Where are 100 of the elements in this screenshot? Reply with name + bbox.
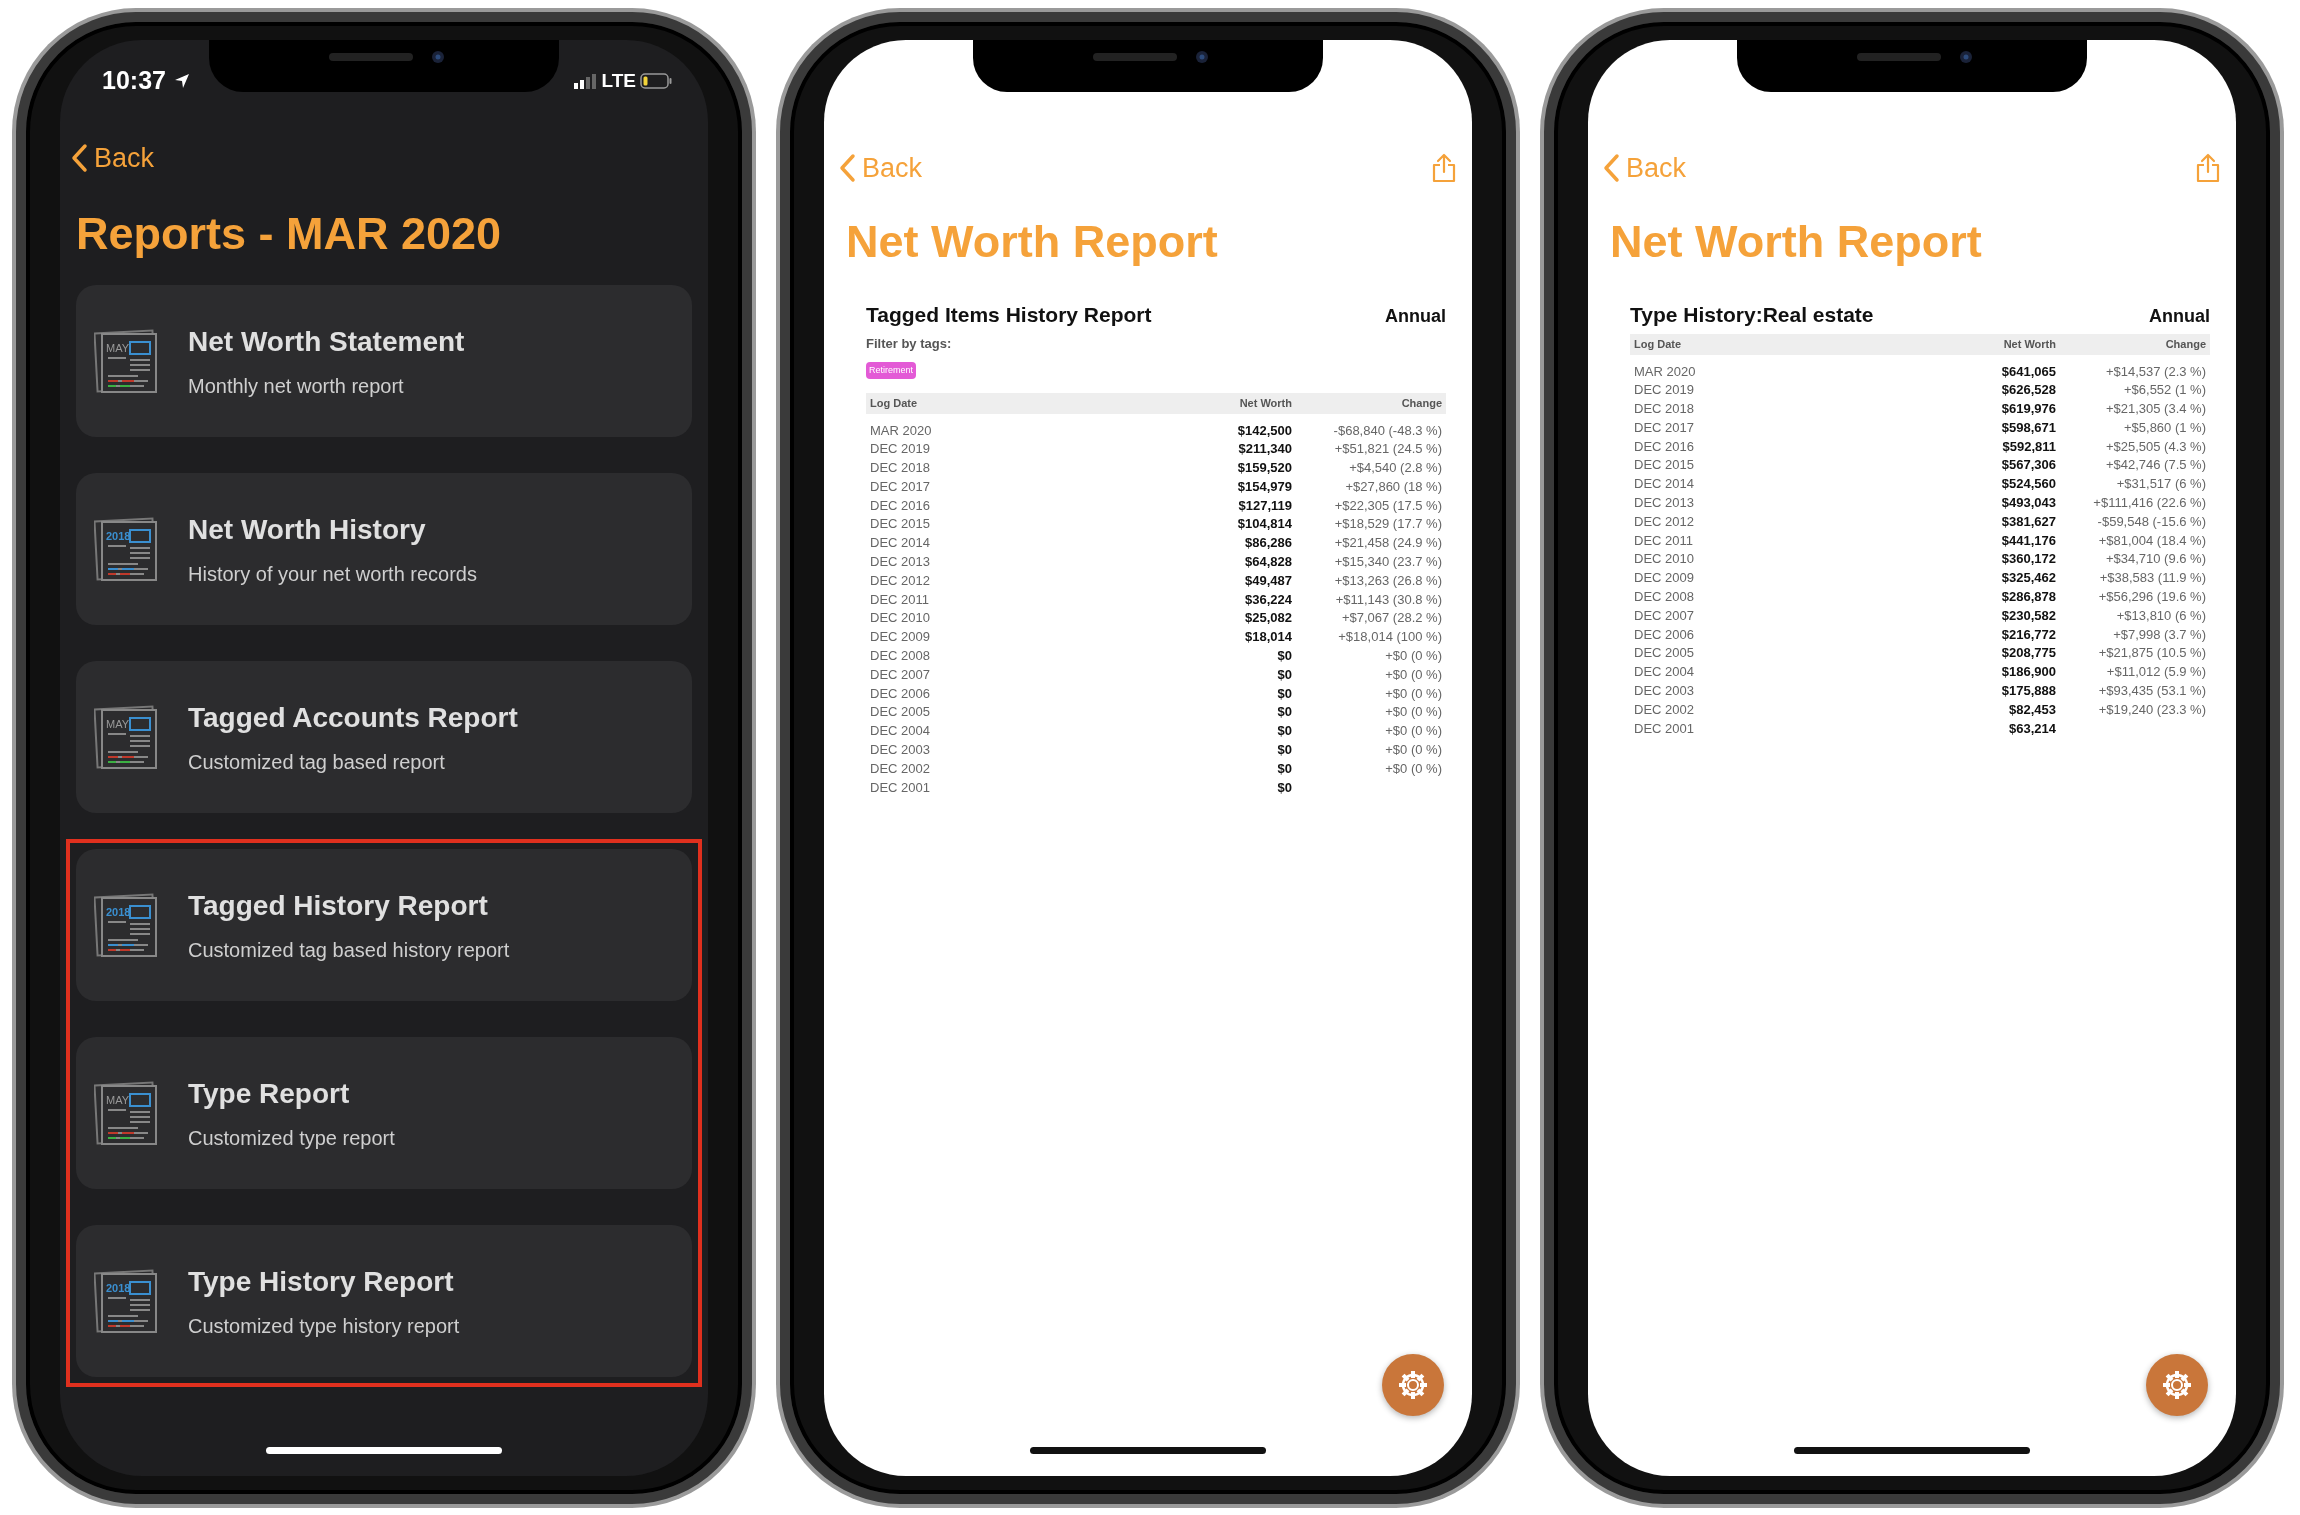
table-cell-text: DEC 2012 bbox=[1634, 512, 1695, 531]
table-cell-text: DEC 2011 bbox=[870, 590, 930, 609]
table-cell-text: +$6,552 (1 %) bbox=[2122, 381, 2206, 400]
table-cell-text: +$0 (0 %) bbox=[1384, 665, 1442, 684]
table-cell-text: $82,453 bbox=[2008, 700, 2056, 719]
table-cell-text: DEC 2005 bbox=[870, 703, 931, 722]
table-cell-text: DEC 2004 bbox=[870, 722, 931, 741]
table-cell-text: +$111,416 (22.6 %) bbox=[2092, 494, 2206, 513]
screen-title: Net Worth Report bbox=[1610, 214, 1983, 269]
table-cell-text: +$18,014 (100 %) bbox=[1337, 628, 1442, 647]
table-cell-text: DEC 2007 bbox=[1634, 606, 1695, 625]
table-cell-text: $0 bbox=[1276, 665, 1292, 684]
table-cell-text: DEC 2008 bbox=[1634, 588, 1695, 607]
table-cell-text: $325,462 bbox=[2000, 569, 2056, 588]
table-cell-text: DEC 2012 bbox=[870, 571, 931, 590]
document-icon bbox=[94, 327, 160, 394]
table-cell-text: DEC 2017 bbox=[1634, 418, 1695, 437]
battery-icon bbox=[640, 73, 672, 89]
report-card[interactable]: MAY Net Worth Statement Monthly net worth report bbox=[76, 284, 692, 437]
table-cell-text: $216,772 bbox=[2000, 625, 2056, 644]
table-cell-text: MAR 2020 bbox=[870, 421, 933, 440]
location-arrow-icon bbox=[173, 73, 190, 89]
table-cell-text: $641,065 bbox=[2000, 362, 2056, 381]
card-title: Net Worth Statement bbox=[188, 324, 465, 359]
share-icon[interactable] bbox=[2196, 153, 2220, 184]
table-cell-text: DEC 2002 bbox=[1634, 700, 1695, 719]
table-cell-text: DEC 2016 bbox=[1634, 437, 1695, 456]
table-cell-text: DEC 2010 bbox=[1634, 550, 1695, 569]
camera-icon bbox=[1195, 50, 1209, 64]
table-cell-text: $0 bbox=[1276, 722, 1292, 741]
table-cell-text: $142,500 bbox=[1236, 421, 1292, 440]
table-cell-text: $0 bbox=[1276, 778, 1292, 797]
card-title: Tagged Accounts Report bbox=[188, 700, 518, 735]
back-button[interactable]: Back bbox=[70, 138, 155, 179]
report-title: Tagged Items History Report bbox=[866, 301, 1152, 328]
column-header: Change bbox=[2164, 337, 2206, 352]
report-card[interactable]: MAY Type Report Customized type report bbox=[76, 1036, 692, 1189]
table-cell-text: $127,119 bbox=[1237, 496, 1292, 515]
table-cell-text: DEC 2010 bbox=[870, 609, 931, 628]
table-cell-text: $154,979 bbox=[1236, 477, 1292, 496]
table-cell-text: DEC 2001 bbox=[870, 778, 931, 797]
table-cell-text: DEC 2015 bbox=[1634, 456, 1695, 475]
table-cell-text: $619,976 bbox=[2000, 400, 2056, 419]
table-cell-text: DEC 2015 bbox=[870, 515, 931, 534]
filter-label: Filter by tags: bbox=[866, 335, 953, 353]
settings-button[interactable] bbox=[1382, 1354, 1444, 1416]
table-cell-text: DEC 2006 bbox=[870, 684, 931, 703]
table-cell-text: +$11,143 (30.8 %) bbox=[1334, 590, 1442, 609]
report-title: Type History:Real estate bbox=[1630, 301, 1874, 328]
report-card[interactable]: MAY Tagged Accounts Report Customized tag based report bbox=[76, 660, 692, 813]
table-cell-text: $441,176 bbox=[2000, 531, 2056, 550]
column-header: Log Date bbox=[1634, 337, 1683, 352]
signal-icon bbox=[573, 73, 598, 89]
network-label: LTE bbox=[601, 68, 636, 93]
column-header: Change bbox=[1400, 396, 1442, 411]
table-cell-text: DEC 2019 bbox=[1634, 381, 1695, 400]
column-header: Net Worth bbox=[2002, 337, 2056, 352]
table-cell-text: +$19,240 (23.3 %) bbox=[2097, 700, 2206, 719]
table-cell-text: $0 bbox=[1276, 759, 1292, 778]
table-cell-text: +$34,710 (9.6 %) bbox=[2104, 550, 2206, 569]
column-header: Net Worth bbox=[1238, 396, 1292, 411]
card-subtitle: Customized type report bbox=[188, 1125, 395, 1151]
table-cell-text: -$68,840 (-48.3 %) bbox=[1332, 421, 1442, 440]
table-cell-text: +$56,296 (19.6 %) bbox=[2097, 588, 2206, 607]
report-period: Annual bbox=[1385, 305, 1446, 328]
screen-title: Net Worth Report bbox=[846, 214, 1219, 269]
table-cell-text: DEC 2018 bbox=[870, 459, 931, 478]
table-cell-text: $211,340 bbox=[1237, 440, 1292, 459]
table-cell-text: +$11,012 (5.9 %) bbox=[2105, 663, 2206, 682]
table-cell-text: +$7,067 (28.2 %) bbox=[1340, 609, 1442, 628]
card-subtitle: Monthly net worth report bbox=[188, 373, 405, 399]
card-title: Tagged History Report bbox=[188, 888, 489, 923]
table-cell-text: $25,082 bbox=[1244, 609, 1292, 628]
table-cell-text: $36,224 bbox=[1244, 590, 1292, 609]
settings-button[interactable] bbox=[2146, 1354, 2208, 1416]
table-cell-text: DEC 2017 bbox=[870, 477, 931, 496]
table-cell-text: $0 bbox=[1276, 703, 1292, 722]
table-cell-text: $104,814 bbox=[1236, 515, 1292, 534]
table-cell-text: $524,560 bbox=[2000, 475, 2056, 494]
table-cell-text: -$59,548 (-15.6 %) bbox=[2096, 512, 2206, 531]
table-cell-text: $0 bbox=[1276, 647, 1292, 666]
table-cell-text: +$0 (0 %) bbox=[1384, 647, 1442, 666]
report-period: Annual bbox=[2149, 305, 2210, 328]
table-cell-text: $18,014 bbox=[1244, 628, 1292, 647]
table-cell-text: DEC 2014 bbox=[1634, 475, 1695, 494]
card-subtitle: Customized tag based report bbox=[188, 749, 446, 775]
table-cell-text: $0 bbox=[1276, 741, 1292, 760]
share-icon[interactable] bbox=[1432, 153, 1456, 184]
screen-title: Reports - MAR 2020 bbox=[76, 206, 503, 261]
table-cell-text: $381,627 bbox=[2000, 512, 2056, 531]
table-cell-text: DEC 2016 bbox=[870, 496, 931, 515]
table-cell-text: DEC 2004 bbox=[1634, 663, 1695, 682]
document-icon bbox=[94, 703, 160, 770]
table-cell-text: $598,671 bbox=[2000, 418, 2056, 437]
table-cell-text: $286,878 bbox=[2000, 588, 2056, 607]
table-cell-text: DEC 2006 bbox=[1634, 625, 1695, 644]
chevron-left-icon bbox=[1602, 153, 1620, 184]
table-cell-text: $64,828 bbox=[1244, 553, 1292, 572]
table-cell-text: +$0 (0 %) bbox=[1384, 759, 1442, 778]
table-cell-text: +$21,305 (3.4 %) bbox=[2104, 400, 2206, 419]
